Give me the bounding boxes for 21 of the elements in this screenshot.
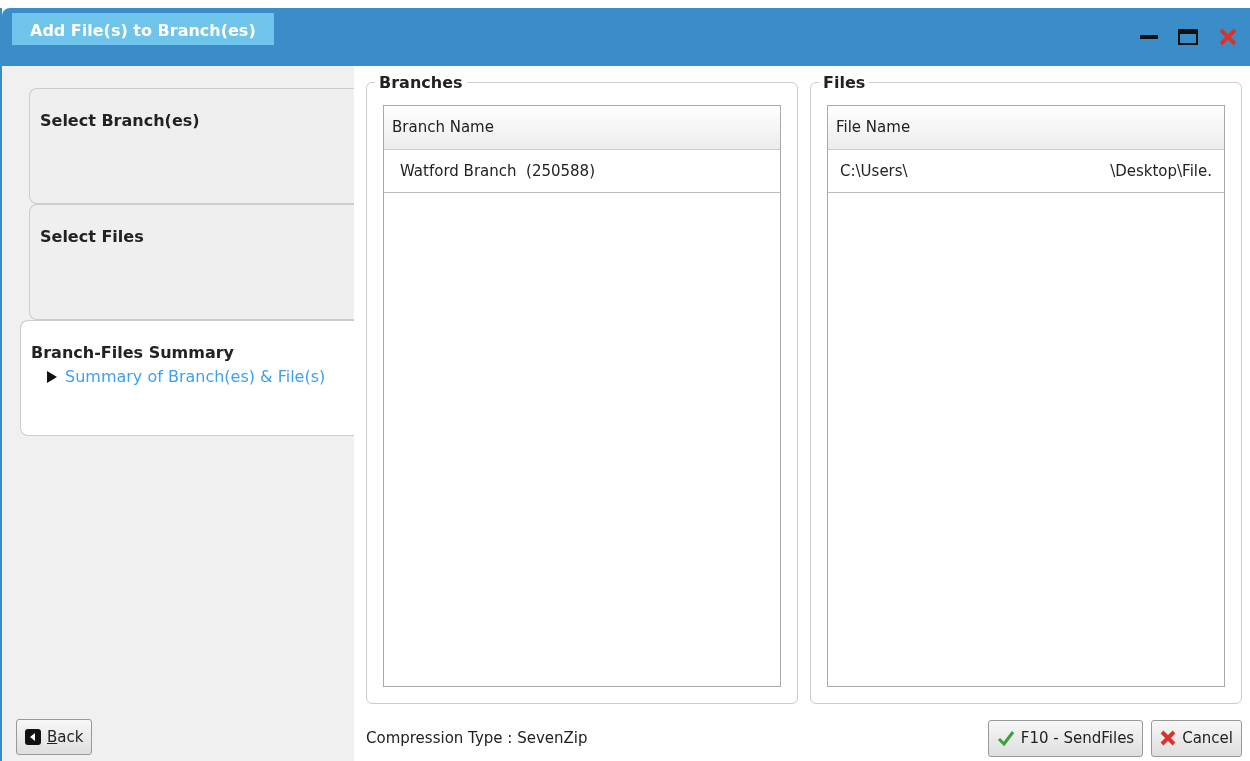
window-title: Add File(s) to Branch(es) [12,13,274,45]
triangle-icon [47,371,57,383]
minimize-icon[interactable] [1140,35,1158,39]
path-text: \Desktop\File. [1110,160,1212,182]
step-panel[interactable]: Select Files [29,204,354,320]
check-icon [996,730,1015,747]
path-text: C:\Users\ [840,160,908,182]
step-panel[interactable]: Select Branch(es) [29,88,354,204]
back-button[interactable]: Back [16,718,93,755]
compression-label: Compression Type : SevenZip [366,728,588,749]
maximize-icon[interactable] [1178,29,1198,45]
list-item[interactable]: Watford Branch (250588) [400,159,595,182]
cross-icon [1160,730,1177,747]
back-icon [25,728,41,745]
close-icon[interactable] [1218,27,1238,47]
send-button[interactable]: F10 - SendFiles [987,720,1144,757]
step-title: Branch-Files Summary [31,342,235,364]
step-panel[interactable]: Branch-Files Summary Summary of Branch(es) & File(s) [20,320,354,436]
step-title: Select Branch(es) [40,110,201,132]
step-title: Select Files [40,226,145,248]
cancel-button[interactable]: Cancel [1151,720,1242,757]
